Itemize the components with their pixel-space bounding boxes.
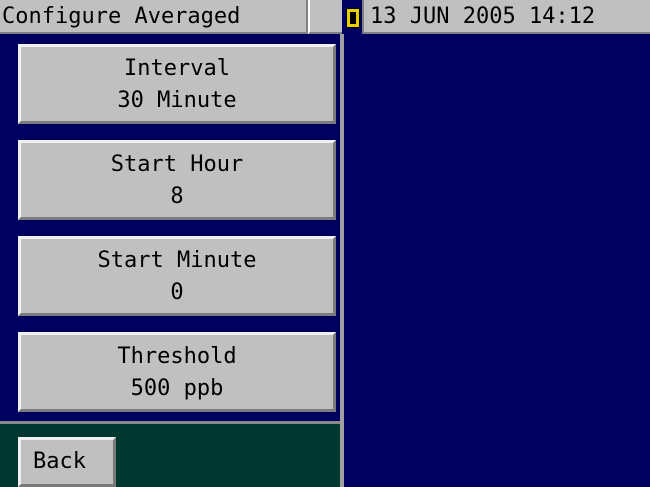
status-bar-spacer — [308, 0, 342, 34]
footer-bar: Back — [0, 421, 340, 487]
status-indicator-icon — [346, 8, 360, 28]
status-indicator-mark — [350, 12, 356, 24]
interval-value: 30 Minute — [117, 88, 237, 113]
display-panel — [344, 36, 650, 487]
datetime-display: 13 JUN 2005 14:12 — [362, 0, 650, 34]
status-bar: Configure Averaged 13 JUN 2005 14:12 — [0, 0, 650, 36]
back-button[interactable]: Back — [18, 437, 116, 487]
threshold-value: 500 ppb — [130, 376, 224, 401]
threshold-button[interactable]: Threshold 500 ppb — [18, 332, 336, 412]
screen-title: Configure Averaged — [0, 0, 308, 34]
start-hour-value: 8 — [170, 184, 184, 209]
start-minute-label: Start Minute — [97, 248, 257, 273]
start-hour-button[interactable]: Start Hour 8 — [18, 140, 336, 220]
interval-button[interactable]: Interval 30 Minute — [18, 44, 336, 124]
start-minute-button[interactable]: Start Minute 0 — [18, 236, 336, 316]
threshold-label: Threshold — [117, 344, 237, 369]
start-minute-value: 0 — [170, 280, 184, 305]
start-hour-label: Start Hour — [110, 152, 244, 177]
config-menu-panel: Interval 30 Minute Start Hour 8 Start Mi… — [0, 36, 340, 421]
interval-label: Interval — [124, 56, 230, 81]
